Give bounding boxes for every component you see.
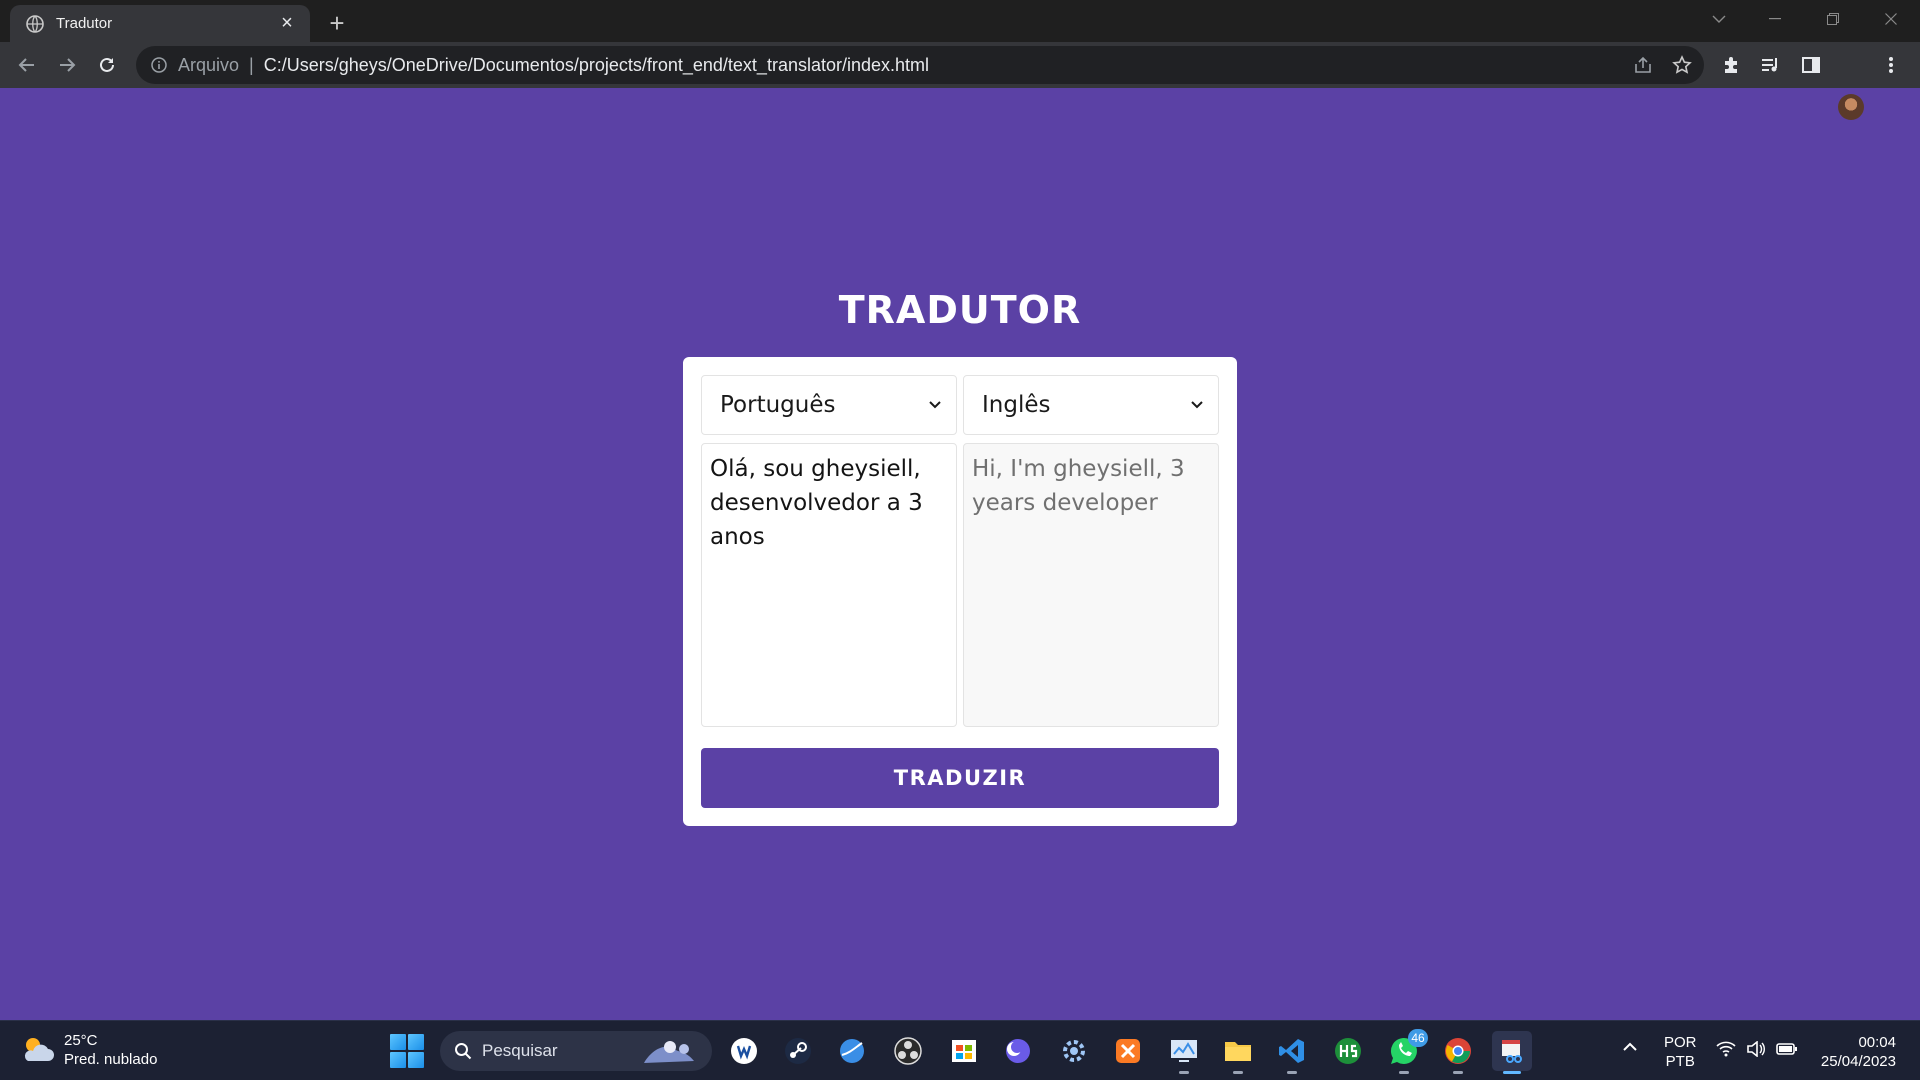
steam-icon[interactable] [778,1031,818,1071]
app-blue-orb-icon[interactable] [832,1031,872,1071]
source-language-select[interactable]: Português [701,375,957,435]
clock-time: 00:04 [1858,1034,1896,1051]
weather-widget[interactable]: 25°C Pred. nublado [20,1031,157,1069]
search-highlight-illustration [644,1041,694,1063]
wifi-icon[interactable] [1716,1041,1736,1062]
close-window-button[interactable] [1862,0,1920,38]
running-indicator [1179,1071,1189,1074]
notification-badge: 46 [1408,1029,1428,1047]
clock-date: 25/04/2023 [1820,1053,1896,1070]
target-language-select[interactable]: Inglês [963,375,1219,435]
weather-temperature: 25°C [64,1032,98,1049]
translated-text-output[interactable]: Hi, I'm gheysiell, 3 years developer [963,443,1219,727]
input-language-primary: POR [1664,1034,1697,1051]
taskbar-search[interactable]: Pesquisar [440,1031,712,1071]
app-window-icon[interactable] [944,1031,984,1071]
media-icon[interactable] [1756,50,1786,80]
address-url[interactable]: C:/Users/gheys/OneDrive/Documentos/proje… [264,55,929,76]
forward-arrow-icon[interactable] [52,50,82,80]
chevron-up-icon[interactable] [1622,1039,1638,1057]
running-indicator [1399,1071,1409,1074]
share-icon[interactable] [1628,50,1658,80]
obs-icon[interactable] [888,1031,928,1071]
input-language-indicator[interactable]: POR PTB [1664,1033,1697,1071]
globe-icon [26,14,44,33]
search-icon [455,1043,472,1060]
app-writer-icon[interactable] [724,1031,764,1071]
star-icon[interactable] [1667,50,1697,80]
info-icon[interactable] [150,56,168,74]
running-indicator [1503,1071,1521,1074]
search-label: Pesquisar [482,1041,558,1060]
snipping-tool-icon[interactable] [1492,1031,1532,1074]
translator-card: Português Inglês Olá, sou gheysiell, des… [683,357,1237,826]
vscode-icon[interactable] [1272,1031,1312,1074]
address-scheme: Arquivo [178,54,240,75]
taskbar-clock[interactable]: 00:04 25/04/2023 [1810,1033,1896,1071]
reload-icon[interactable] [92,50,122,80]
xampp-icon[interactable] [1108,1031,1148,1071]
tab-title: Tradutor [56,15,113,32]
restore-button[interactable] [1804,0,1862,38]
translate-button[interactable]: TRADUZIR [701,748,1219,808]
whatsapp-icon[interactable]: 46 [1384,1029,1428,1074]
browser-toolbar: Arquivo | C:/Users/gheys/OneDrive/Docume… [0,42,1920,120]
chevron-down-icon [1190,398,1204,412]
running-indicator [1287,1071,1297,1074]
input-language-secondary: PTB [1665,1053,1695,1070]
address-separator: | [249,54,254,75]
app-hs-icon[interactable] [1328,1031,1368,1071]
minimize-button[interactable] [1746,0,1804,38]
app-purple-moon-icon[interactable] [998,1031,1038,1071]
page-title: TRADUTOR [838,288,1082,332]
tab-close-icon[interactable]: × [276,12,298,35]
tab-search-icon[interactable] [1690,0,1748,38]
cloud-sun-icon [24,1038,54,1061]
back-arrow-icon[interactable] [12,50,42,80]
kebab-icon[interactable] [1876,50,1906,80]
app-monitor-icon[interactable] [1164,1031,1204,1074]
source-language-value: Português [720,392,836,418]
running-indicator [1453,1071,1463,1074]
weather-description: Pred. nublado [64,1051,158,1068]
running-indicator [1233,1071,1243,1074]
gear-icon[interactable] [1054,1031,1094,1071]
target-language-value: Inglês [982,392,1051,418]
browser-tab[interactable]: Tradutor × [10,5,310,42]
sidepanel-icon[interactable] [1796,50,1826,80]
new-tab-button[interactable]: + [322,8,352,38]
chevron-down-icon [928,398,942,412]
browser-tab-strip: Tradutor × + [0,0,1920,42]
volume-icon[interactable] [1746,1040,1766,1062]
battery-icon[interactable] [1776,1041,1798,1062]
profile-avatar[interactable] [1838,94,1864,120]
folder-icon[interactable] [1218,1031,1258,1074]
windows-start-icon[interactable] [390,1034,424,1068]
puzzle-icon[interactable] [1716,50,1746,80]
address-bar[interactable]: Arquivo | C:/Users/gheys/OneDrive/Docume… [136,46,1704,84]
chrome-icon[interactable] [1438,1031,1478,1074]
source-text-input[interactable]: Olá, sou gheysiell, desenvolvedor a 3 an… [701,443,957,727]
taskbar: 25°C Pred. nublado Pesquisar 46 POR PTB … [0,1020,1920,1080]
